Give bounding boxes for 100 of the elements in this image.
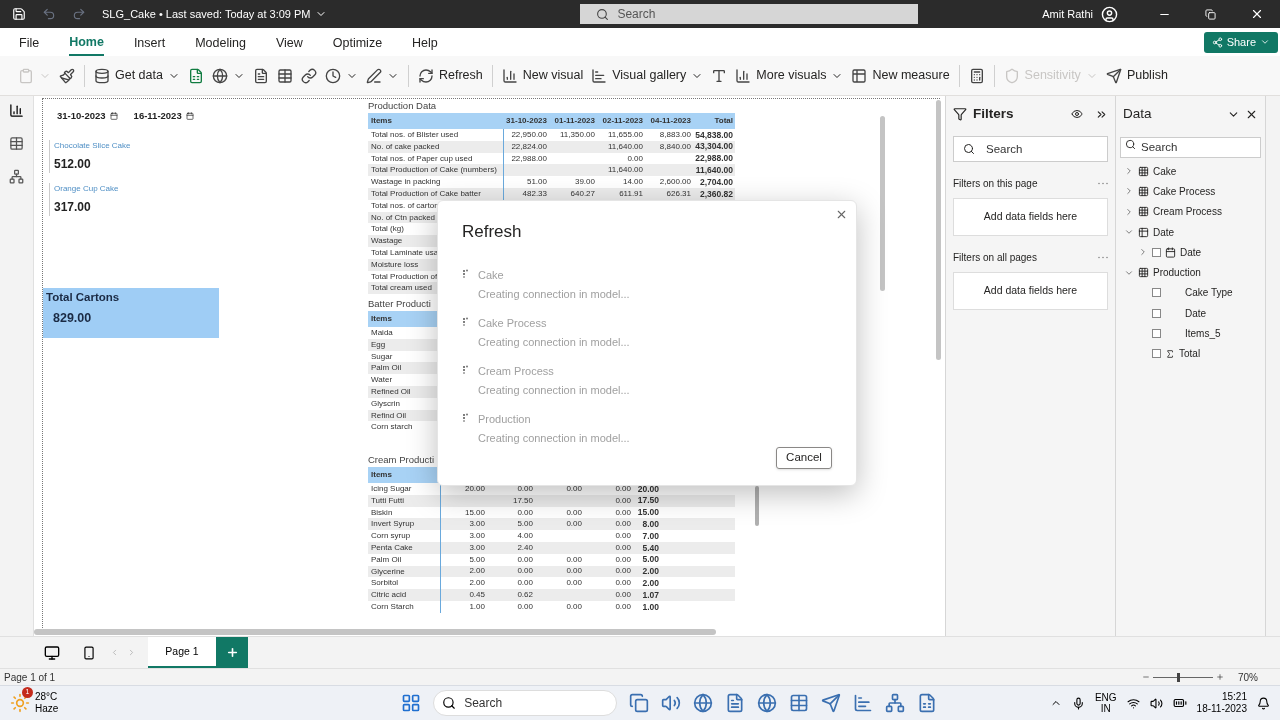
checkbox[interactable] bbox=[1152, 329, 1161, 338]
undo-icon[interactable] bbox=[42, 7, 56, 21]
table-cell-text: 20.00 bbox=[463, 482, 486, 495]
column-header[interactable]: Items bbox=[368, 115, 504, 127]
ribbon-button[interactable]: Publish bbox=[1101, 61, 1172, 90]
add-page-button[interactable] bbox=[216, 637, 248, 668]
checkbox[interactable] bbox=[1152, 308, 1161, 318]
restore-icon[interactable] bbox=[1205, 8, 1216, 20]
end-date[interactable]: 16-11-2023 bbox=[133, 109, 194, 124]
save-icon[interactable] bbox=[12, 7, 26, 21]
send-icon[interactable] bbox=[821, 693, 842, 713]
column-header[interactable]: 31-10-2023 bbox=[504, 115, 549, 127]
calendar-icon bbox=[1165, 246, 1176, 258]
calendar-icon[interactable] bbox=[109, 112, 118, 121]
field-name[interactable]: Cake Process bbox=[1153, 183, 1216, 199]
taskbar-search[interactable]: Search bbox=[433, 690, 618, 716]
scrollbar[interactable] bbox=[880, 116, 885, 291]
field-name[interactable]: Total bbox=[1179, 346, 1201, 362]
column-header[interactable]: 04-11-2023 bbox=[645, 115, 693, 127]
menu-tab[interactable]: Insert bbox=[133, 28, 166, 56]
start-icon[interactable] bbox=[401, 693, 422, 713]
field-name[interactable]: Production bbox=[1153, 265, 1201, 281]
calculator-icon bbox=[968, 67, 985, 84]
search-field[interactable]: Search bbox=[580, 4, 919, 24]
bell-icon[interactable] bbox=[1257, 696, 1270, 710]
column-header[interactable]: Items bbox=[368, 313, 438, 325]
table-cell-text: 7.00 bbox=[641, 529, 660, 543]
report-view-icon[interactable] bbox=[9, 103, 24, 118]
model-view-icon[interactable] bbox=[9, 169, 24, 184]
menu-tab[interactable]: Optimize bbox=[332, 28, 383, 56]
mic-icon[interactable] bbox=[1071, 696, 1085, 710]
expand-icon[interactable] bbox=[1124, 206, 1134, 217]
wifi-icon[interactable] bbox=[1126, 696, 1140, 710]
field-name[interactable]: Items_5 bbox=[1185, 326, 1221, 341]
ribbon-button[interactable]: Get data bbox=[90, 61, 184, 90]
sigma-icon bbox=[1165, 348, 1175, 359]
zoom-in-icon[interactable] bbox=[1216, 673, 1224, 681]
desktop-icon[interactable] bbox=[44, 644, 60, 661]
scrollbar[interactable] bbox=[755, 486, 759, 526]
checkbox[interactable] bbox=[1152, 349, 1161, 359]
drop-zone[interactable]: Add data fields here bbox=[953, 198, 1108, 236]
scrollbar[interactable] bbox=[34, 629, 716, 635]
network-icon[interactable] bbox=[885, 693, 906, 713]
table-cell-text: 5.00 bbox=[516, 518, 534, 531]
clock-date[interactable]: 18-11-2023 bbox=[1196, 703, 1247, 715]
avatar-icon[interactable] bbox=[1101, 5, 1118, 23]
ribbon-button[interactable]: Refresh bbox=[413, 61, 487, 90]
phone-icon[interactable] bbox=[82, 645, 96, 660]
menu-tab[interactable]: File bbox=[19, 28, 40, 56]
region[interactable]: IN bbox=[1100, 703, 1111, 714]
expand-icon[interactable] bbox=[1138, 247, 1148, 258]
field-name[interactable]: Date bbox=[1185, 305, 1207, 321]
table-cell-text: 8,883.00 bbox=[658, 128, 692, 141]
chart-icon[interactable] bbox=[853, 693, 874, 713]
browser-icon[interactable] bbox=[693, 693, 714, 713]
task-view-icon[interactable] bbox=[629, 693, 650, 713]
expand-icon[interactable] bbox=[1124, 166, 1134, 177]
language[interactable]: ENG bbox=[1094, 692, 1117, 703]
page-tab[interactable]: Page 1 bbox=[148, 637, 216, 668]
battery-icon[interactable] bbox=[1172, 696, 1187, 710]
expand-icon[interactable] bbox=[1124, 186, 1134, 197]
start-date[interactable]: 31-10-2023 bbox=[57, 109, 118, 124]
search-icon bbox=[596, 7, 610, 21]
menu-tab[interactable]: Help bbox=[412, 28, 438, 56]
menu-tab[interactable]: View bbox=[275, 28, 303, 56]
spreadsheet-icon[interactable] bbox=[917, 693, 938, 713]
field-name[interactable]: Cake bbox=[1153, 163, 1177, 179]
column-header[interactable]: 02-11-2023 bbox=[597, 115, 645, 127]
field-name[interactable]: Cream Process bbox=[1153, 204, 1222, 220]
column-header[interactable]: Items bbox=[368, 469, 441, 481]
field-name[interactable]: Date bbox=[1153, 224, 1175, 240]
table-cell-text: 0.62 bbox=[516, 589, 534, 602]
database-icon bbox=[94, 67, 110, 84]
scrollbar[interactable] bbox=[936, 100, 941, 360]
clock-time[interactable]: 15:21 bbox=[1221, 691, 1247, 703]
column-header[interactable]: 01-11-2023 bbox=[549, 115, 597, 127]
field-name[interactable]: Date bbox=[1180, 244, 1202, 260]
table-cell-text: 14.00 bbox=[621, 176, 644, 189]
ribbon-button[interactable]: More visuals bbox=[731, 61, 848, 90]
search-field[interactable]: Search bbox=[953, 136, 1108, 162]
field-name[interactable]: Cake Type bbox=[1185, 285, 1233, 301]
checkbox[interactable] bbox=[1152, 247, 1161, 257]
table-view-icon[interactable] bbox=[9, 136, 24, 151]
drop-zone[interactable]: Add data fields here bbox=[953, 272, 1108, 310]
column-header[interactable]: Total bbox=[693, 115, 735, 127]
checkbox[interactable] bbox=[1152, 288, 1161, 298]
calendar-icon[interactable] bbox=[185, 112, 194, 121]
share-button[interactable]: Share bbox=[1203, 31, 1278, 53]
redo-icon[interactable] bbox=[72, 7, 86, 21]
ribbon-button[interactable]: New visual bbox=[497, 61, 588, 90]
search-field[interactable]: Search bbox=[1120, 136, 1261, 158]
close-icon[interactable] bbox=[1250, 7, 1264, 21]
volume-icon[interactable] bbox=[1149, 696, 1163, 710]
weather-icon[interactable] bbox=[10, 693, 30, 713]
browser-icon[interactable] bbox=[757, 693, 778, 713]
cancel-button[interactable]: Cancel bbox=[776, 446, 832, 469]
ribbon-button[interactable]: Visual gallery bbox=[587, 61, 708, 90]
eye-icon[interactable] bbox=[1071, 108, 1083, 120]
ribbon-button[interactable]: New measure bbox=[847, 61, 954, 90]
menu-tab[interactable]: Modeling bbox=[195, 28, 246, 56]
